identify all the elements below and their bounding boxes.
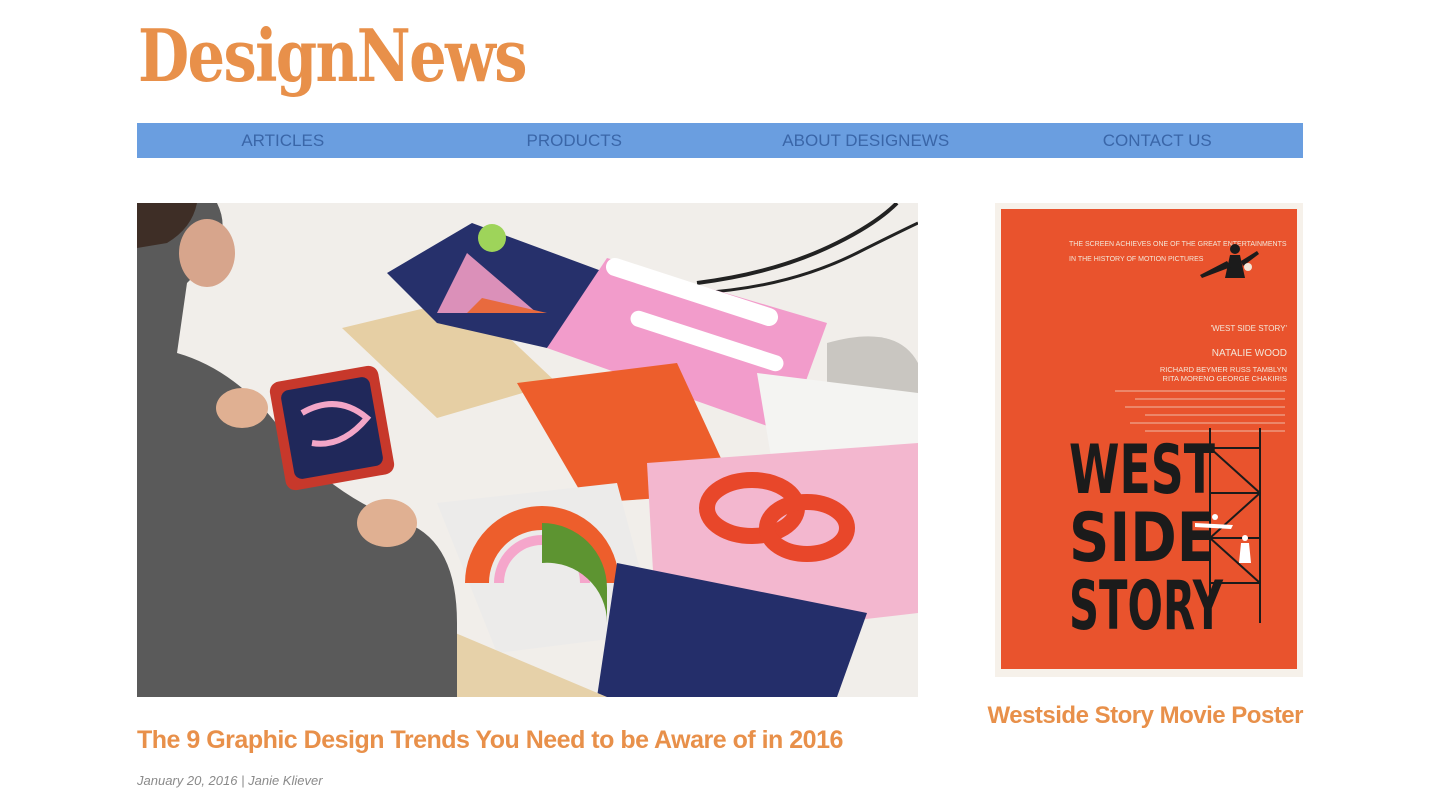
poster-tagline-2: IN THE HISTORY OF MOTION PICTURES bbox=[1069, 256, 1204, 263]
poster-word-story: STORY bbox=[1069, 567, 1223, 646]
poster-cast-1: RICHARD BEYMER RUSS TAMBLYN bbox=[1160, 365, 1287, 374]
poster-image[interactable]: THE SCREEN ACHIEVES ONE OF THE GREAT ENT… bbox=[995, 203, 1303, 677]
site-logo[interactable]: DesignNews bbox=[138, 14, 527, 98]
main-nav: ARTICLES PRODUCTS ABOUT DESIGNEWS CONTAC… bbox=[137, 123, 1303, 158]
article-meta: January 20, 2016 | Janie Kliever bbox=[137, 773, 323, 788]
poster-film-title: 'WEST SIDE STORY' bbox=[1211, 324, 1288, 333]
poster-tagline-1: THE SCREEN ACHIEVES ONE OF THE GREAT ENT… bbox=[1069, 241, 1287, 248]
meta-separator: | bbox=[241, 773, 245, 788]
nav-item-articles[interactable]: ARTICLES bbox=[137, 123, 429, 158]
article-author[interactable]: Janie Kliever bbox=[248, 773, 322, 788]
featured-article-title[interactable]: The 9 Graphic Design Trends You Need to … bbox=[137, 724, 937, 756]
nav-item-about[interactable]: ABOUT DESIGNEWS bbox=[720, 123, 1012, 158]
featured-article-image[interactable] bbox=[137, 203, 918, 697]
poster-star: NATALIE WOOD bbox=[1212, 348, 1287, 359]
article-date: January 20, 2016 bbox=[137, 773, 238, 788]
nav-item-contact[interactable]: CONTACT US bbox=[1012, 123, 1304, 158]
nav-item-products[interactable]: PRODUCTS bbox=[429, 123, 721, 158]
sidebar-article-title[interactable]: Westside Story Movie Poster bbox=[980, 701, 1304, 731]
poster-cast-2: RITA MORENO GEORGE CHAKIRIS bbox=[1163, 374, 1287, 383]
